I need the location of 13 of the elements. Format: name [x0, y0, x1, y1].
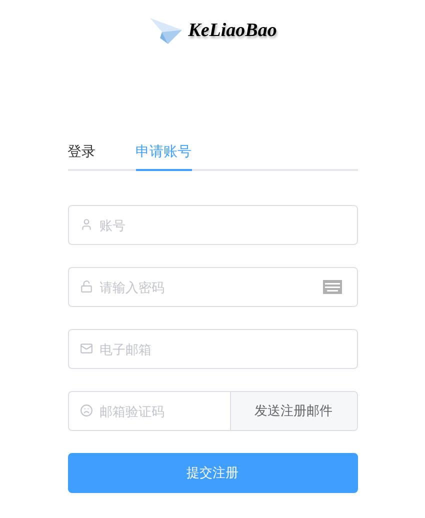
- mail-icon: [80, 342, 92, 355]
- input-field[interactable]: 账号: [68, 205, 358, 245]
- keyboard-icon[interactable]: [322, 280, 342, 294]
- input-field[interactable]: 电子邮箱: [68, 329, 358, 369]
- logo-text: KeLiaoBao: [188, 18, 277, 43]
- input-field[interactable]: 邮箱验证码: [68, 391, 230, 431]
- lock-icon: [80, 280, 92, 293]
- face-icon: [80, 404, 92, 417]
- user-icon: [80, 218, 92, 231]
- send-email-button[interactable]: 发送注册邮件: [230, 391, 358, 431]
- paper-plane-icon: [148, 16, 184, 46]
- input-field[interactable]: 请输入密码: [68, 267, 358, 307]
- tab[interactable]: 登录: [68, 141, 96, 171]
